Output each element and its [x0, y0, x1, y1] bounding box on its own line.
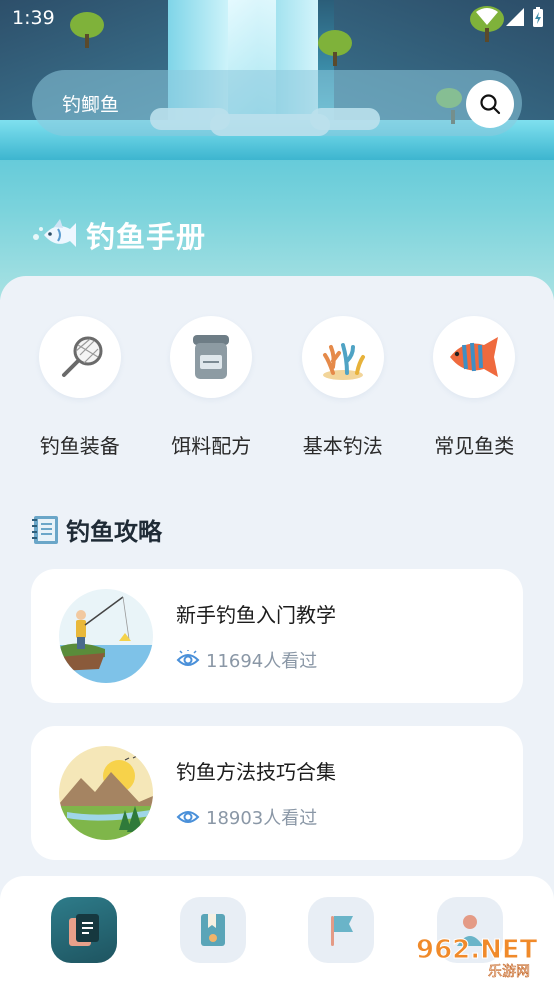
system-icons	[476, 6, 544, 28]
search-bar[interactable]: 钓鲫鱼	[32, 70, 522, 136]
section-header: 钓鱼攻略	[30, 512, 162, 547]
section-title: 钓鱼攻略	[66, 518, 162, 546]
category-bait[interactable]: 饵料配方	[156, 316, 266, 459]
guide-views: 18903人看过	[176, 804, 317, 830]
guide-card[interactable]: 钓鱼方法技巧合集 18903人看过	[31, 726, 523, 860]
notebook-icon	[32, 515, 58, 544]
status-bar: 1:39	[0, 0, 554, 36]
category-equipment[interactable]: 钓鱼装备	[25, 316, 135, 459]
category-methods[interactable]: 基本钓法	[288, 316, 398, 459]
signal-icon	[506, 8, 524, 26]
guide-card[interactable]: 新手钓鱼入门教学 11694人看过	[31, 569, 523, 703]
category-label: 饵料配方	[171, 434, 252, 458]
nav-flag[interactable]	[308, 897, 375, 963]
guide-view-count: 11694人看过	[206, 651, 318, 672]
bookmark-icon	[200, 914, 225, 946]
category-label: 钓鱼装备	[39, 434, 120, 458]
nav-bookmarks[interactable]	[179, 897, 246, 963]
flag-icon	[331, 916, 354, 946]
fishing-net-icon	[61, 336, 103, 377]
guide-title: 钓鱼方法技巧合集	[176, 760, 336, 784]
eye-icon	[176, 650, 200, 666]
fish-icon	[450, 337, 499, 377]
svg-text:乐游网: 乐游网	[488, 964, 530, 980]
status-time: 1:39	[12, 7, 55, 29]
guide-views: 11694人看过	[176, 647, 317, 673]
coral-icon	[322, 343, 365, 380]
category-label: 常见鱼类	[434, 434, 515, 458]
wifi-icon	[476, 8, 498, 25]
category-icon-circle	[301, 316, 384, 398]
guide-view-count: 18903人看过	[206, 808, 318, 829]
category-icon-circle	[433, 316, 516, 398]
mountain-landscape-thumbnail	[59, 746, 153, 840]
angler-by-lake-thumbnail	[59, 589, 153, 683]
bait-jar-icon	[193, 335, 230, 379]
book-icon	[69, 914, 100, 946]
app-title-bar: 钓鱼手册	[30, 214, 206, 256]
content-panel: 钓鱼装备 饵料配方 基本钓法 常见鱼类 钓鱼攻略 新手钓鱼入门教学 11694人…	[0, 276, 554, 896]
category-fish-types[interactable]: 常见鱼类	[419, 316, 529, 459]
search-button[interactable]	[466, 80, 514, 128]
nav-home[interactable]	[51, 897, 118, 963]
app-title: 钓鱼手册	[86, 220, 207, 254]
category-icon-circle	[170, 316, 253, 398]
battery-icon	[533, 7, 543, 27]
category-label: 基本钓法	[302, 434, 383, 458]
category-row: 钓鱼装备 饵料配方 基本钓法 常见鱼类	[0, 316, 554, 459]
guide-title: 新手钓鱼入门教学	[176, 603, 336, 627]
eye-icon	[176, 811, 200, 823]
site-watermark-logo: 962.NET 乐游网	[416, 935, 539, 981]
category-icon-circle	[38, 316, 121, 398]
fish-logo-icon	[33, 219, 76, 247]
hero-banner: 1:39 钓鲫鱼 钓鱼手册	[0, 0, 554, 300]
search-input[interactable]: 钓鲫鱼	[62, 90, 119, 117]
search-icon	[480, 94, 501, 115]
svg-text:962.NET: 962.NET	[416, 935, 538, 965]
